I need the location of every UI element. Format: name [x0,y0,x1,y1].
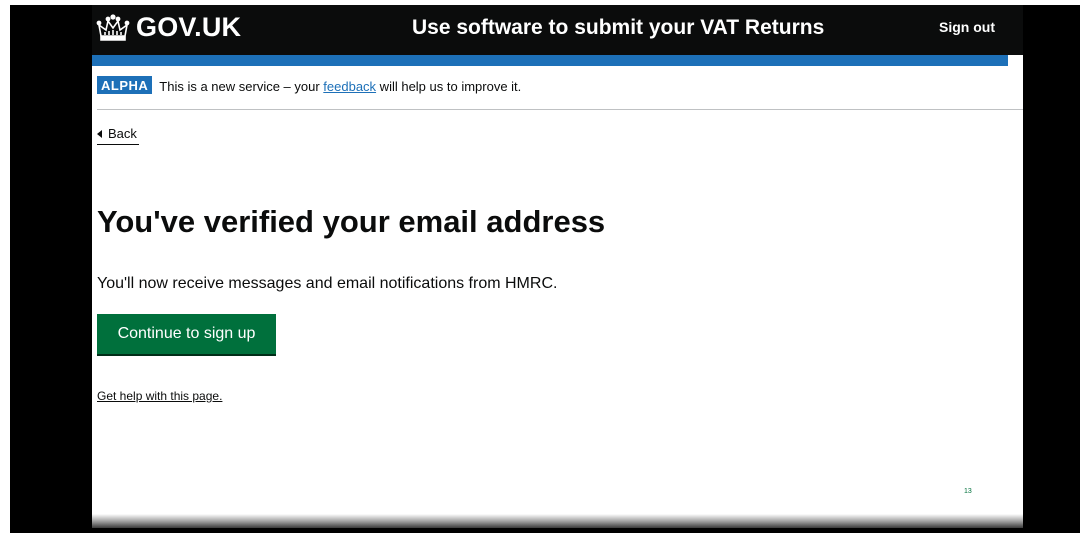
phase-banner-text: This is a new service – your feedback wi… [159,76,521,94]
page-number: 13 [964,488,972,495]
bottom-edge-shadow [92,514,1023,528]
service-name[interactable]: Use software to submit your VAT Returns [412,16,824,40]
get-help-link[interactable]: Get help with this page. [97,389,222,403]
sign-out-link[interactable]: Sign out [939,19,995,35]
feedback-link[interactable]: feedback [323,79,376,94]
back-link-label: Back [108,126,137,141]
phase-banner: ALPHA This is a new service – your feedb… [97,76,1023,110]
back-arrow-icon [97,129,102,138]
back-link[interactable]: Back [97,126,139,145]
video-frame: GOV.UK Use software to submit your VAT R… [0,0,1089,533]
continue-to-sign-up-button[interactable]: Continue to sign up [97,314,276,354]
crown-icon [96,13,130,41]
logo-text: GOV.UK [136,12,242,42]
confirmation-message: You'll now receive messages and email no… [97,275,558,292]
phase-text-before: This is a new service – your [159,79,324,94]
phase-text-after: will help us to improve it. [376,79,522,94]
govuk-header: GOV.UK Use software to submit your VAT R… [92,5,1023,55]
govuk-logo-link[interactable]: GOV.UK [96,12,241,43]
header-accent-stripe [92,55,1008,66]
browser-page: GOV.UK Use software to submit your VAT R… [92,5,1023,525]
page-title: You've verified your email address [97,204,606,239]
phase-tag: ALPHA [97,76,153,94]
